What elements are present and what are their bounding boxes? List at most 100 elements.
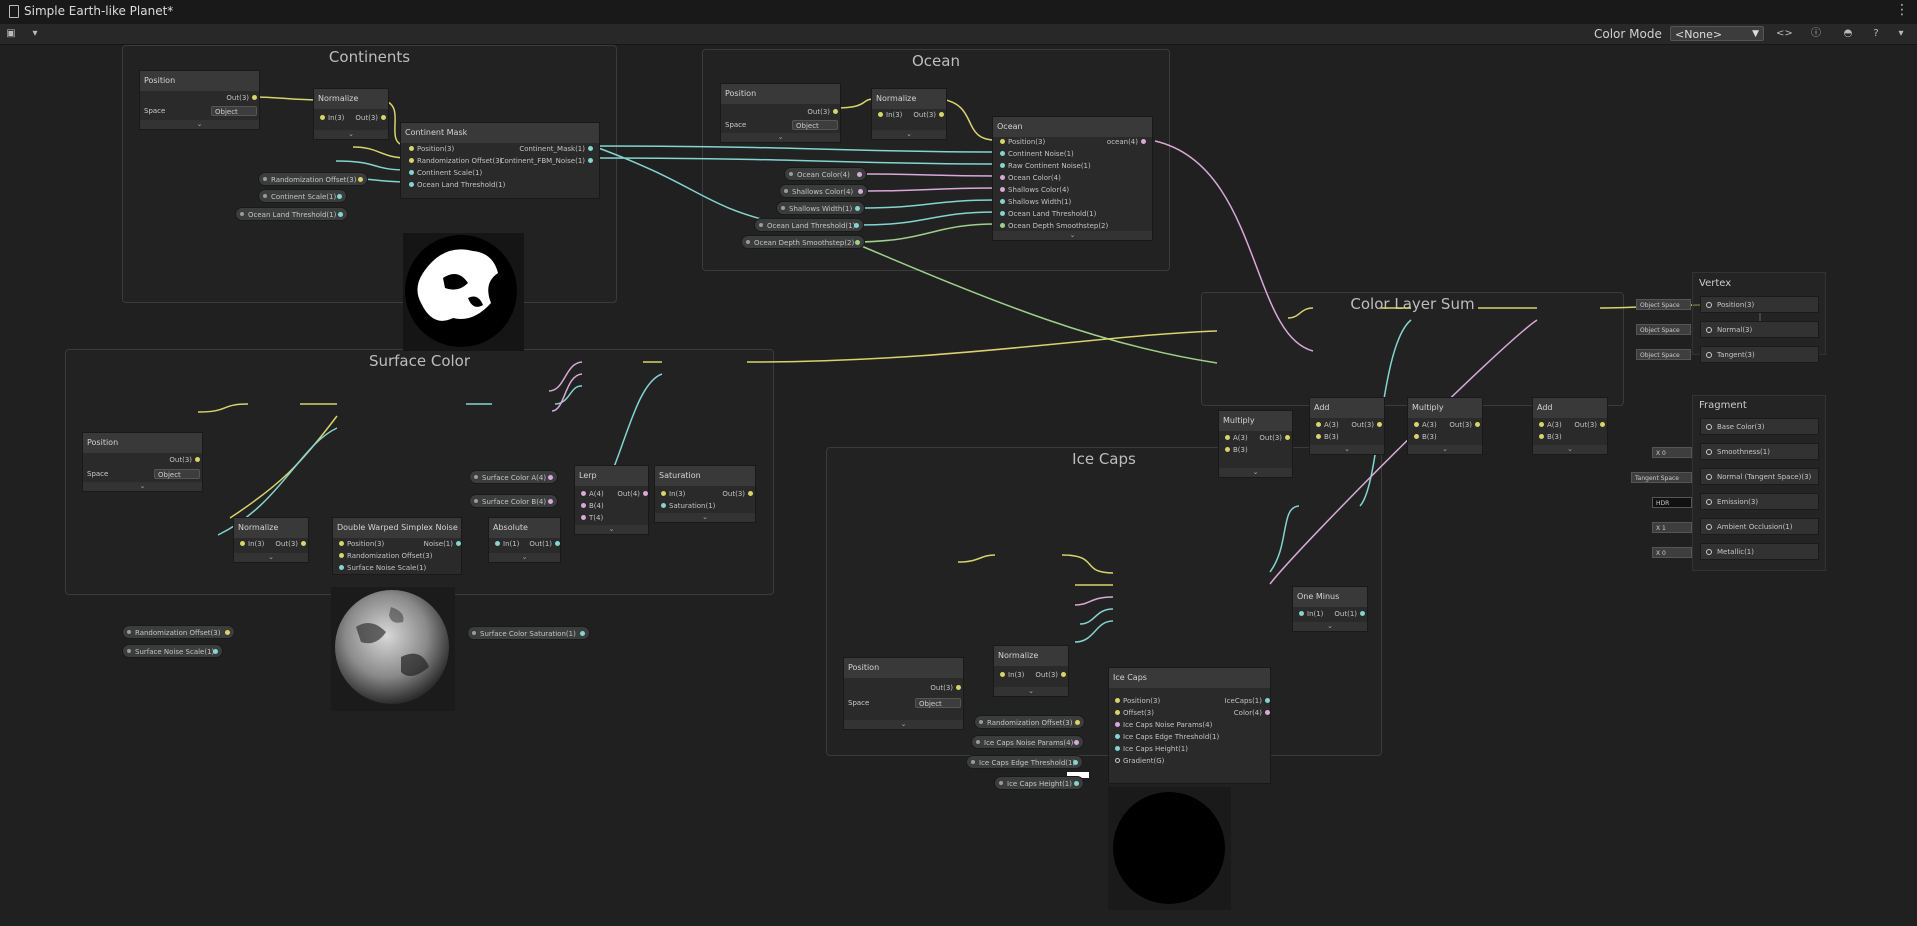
port-dot[interactable] — [1115, 758, 1120, 763]
port-ring-icon[interactable] — [1706, 449, 1712, 455]
prop-ocean-land-threshold[interactable]: Ocean Land Threshold(1) — [235, 207, 348, 221]
fragment-base-color-slot[interactable]: Base Color(3) — [1700, 418, 1819, 435]
vertex-normal-space[interactable]: Object Space — [1636, 324, 1691, 335]
port-dot[interactable] — [338, 212, 343, 217]
input-port[interactable]: A(3) — [1225, 433, 1248, 443]
saturation-node[interactable]: Saturation In(3) Saturation(1) Out(3) ⌄ — [654, 465, 756, 523]
space-dropdown[interactable]: Object — [915, 698, 961, 708]
smoothness-value[interactable]: X 0 — [1652, 447, 1692, 458]
input-port[interactable]: Gradient(G) — [1115, 756, 1164, 766]
port-dot[interactable] — [456, 541, 461, 546]
port-dot[interactable] — [1475, 422, 1480, 427]
port-dot[interactable] — [1000, 223, 1005, 228]
port-dot[interactable] — [555, 541, 560, 546]
space-select[interactable]: Space Object — [725, 120, 838, 130]
input-port[interactable]: Surface Noise Scale(1) — [339, 563, 426, 573]
collapse-chevron-icon[interactable]: ⌄ — [314, 130, 388, 139]
prop-continent-scale[interactable]: Continent Scale(1) — [258, 189, 347, 203]
output-port[interactable]: Out(3) — [1574, 420, 1605, 430]
input-port[interactable]: In(3) — [878, 110, 902, 120]
collapse-chevron-icon[interactable]: ⌄ — [1219, 468, 1292, 477]
port-dot[interactable] — [225, 630, 230, 635]
collapse-chevron-icon[interactable]: ⌄ — [1293, 622, 1367, 631]
port-dot[interactable] — [195, 457, 200, 462]
port-dot[interactable] — [1061, 672, 1066, 677]
input-port[interactable]: A(4) — [581, 489, 604, 499]
input-port[interactable]: Ocean Land Threshold(1) — [1000, 209, 1096, 219]
port-ring-icon[interactable] — [1706, 549, 1712, 555]
emission-hdr-color[interactable]: HDR — [1652, 497, 1692, 508]
output-port[interactable]: Out(3) — [1035, 670, 1066, 680]
port-ring-icon[interactable] — [1706, 302, 1712, 308]
input-port[interactable]: Randomization Offset(3) — [339, 551, 432, 561]
fragment-metallic-slot[interactable]: Metallic(1) — [1700, 543, 1819, 560]
port-dot[interactable] — [1414, 434, 1419, 439]
port-dot[interactable] — [878, 112, 883, 117]
output-port[interactable]: Out(3) — [1449, 420, 1480, 430]
add-node-1[interactable]: Add A(3) B(3) Out(3) ⌄ — [1309, 397, 1385, 455]
prop-surface-color-b[interactable]: Surface Color B(4) — [469, 494, 558, 508]
position-node[interactable]: Position Out(3) Space Object ⌄ — [843, 657, 964, 730]
input-port[interactable]: B(3) — [1225, 445, 1248, 455]
collapse-chevron-icon[interactable]: ⌄ — [1533, 445, 1607, 454]
output-port[interactable]: Out(3) — [275, 539, 306, 549]
input-port[interactable]: In(3) — [240, 539, 264, 549]
port-dot[interactable] — [1299, 611, 1304, 616]
port-ring-icon[interactable] — [1706, 327, 1712, 333]
collapse-chevron-icon[interactable]: ⌄ — [140, 120, 259, 129]
port-dot[interactable] — [339, 541, 344, 546]
input-port[interactable]: Ice Caps Noise Params(4) — [1115, 720, 1212, 730]
input-port[interactable]: B(3) — [1316, 432, 1339, 442]
graph-canvas[interactable]: Continents Ocean Surface Color Color Lay… — [0, 45, 1917, 926]
port-dot[interactable] — [581, 515, 586, 520]
port-ring-icon[interactable] — [1706, 524, 1712, 530]
input-port[interactable]: B(3) — [1414, 432, 1437, 442]
port-dot[interactable] — [1414, 422, 1419, 427]
input-port[interactable]: A(3) — [1539, 420, 1562, 430]
toolbar-more-icon[interactable]: ▾ — [1893, 26, 1909, 41]
input-port[interactable]: In(3) — [661, 489, 685, 499]
normal-space-value[interactable]: Tangent Space — [1631, 472, 1692, 483]
port-dot[interactable] — [643, 491, 648, 496]
vertex-normal-slot[interactable]: Normal(3) — [1700, 321, 1819, 338]
port-dot[interactable] — [1225, 435, 1230, 440]
port-dot[interactable] — [1285, 435, 1290, 440]
fragment-ambient-occlusion-slot[interactable]: Ambient Occlusion(1) — [1700, 518, 1819, 535]
port-dot[interactable] — [1000, 199, 1005, 204]
vertex-position-slot[interactable]: Position(3) — [1700, 296, 1819, 313]
output-port[interactable]: Color(4) — [1234, 708, 1270, 718]
output-port[interactable]: Out(3) — [1351, 420, 1382, 430]
port-dot[interactable] — [1075, 720, 1080, 725]
double-warped-noise-node[interactable]: Double Warped Simplex Noise 3D Position(… — [332, 517, 462, 575]
port-dot[interactable] — [1000, 672, 1005, 677]
input-port[interactable]: Position(3) — [1000, 137, 1045, 147]
port-dot[interactable] — [409, 158, 414, 163]
port-dot[interactable] — [320, 115, 325, 120]
port-dot[interactable] — [1000, 151, 1005, 156]
port-ring-icon[interactable] — [1706, 352, 1712, 358]
prop-surface-color-a[interactable]: Surface Color A(4) — [469, 470, 558, 484]
multiply-node-1[interactable]: Multiply A(3) B(3) Out(3) ⌄ — [1218, 410, 1293, 478]
output-port[interactable]: ocean(4) — [1107, 137, 1146, 147]
port-dot[interactable] — [548, 499, 553, 504]
port-dot[interactable] — [381, 115, 386, 120]
absolute-node[interactable]: Absolute In(1) Out(1) ⌄ — [488, 517, 561, 563]
port-dot[interactable] — [1265, 698, 1270, 703]
normalize-node[interactable]: Normalize In(3) Out(3) ⌄ — [233, 517, 309, 563]
collapse-chevron-icon[interactable]: ⌄ — [1310, 445, 1384, 454]
port-dot[interactable] — [1377, 422, 1382, 427]
port-dot[interactable] — [1360, 611, 1365, 616]
prop-surface-color-saturation[interactable]: Surface Color Saturation(1) — [467, 626, 590, 640]
port-dot[interactable] — [548, 475, 553, 480]
port-dot[interactable] — [580, 631, 585, 636]
output-port[interactable]: Out(3) — [226, 93, 257, 103]
input-port[interactable]: B(4) — [581, 501, 604, 511]
port-dot[interactable] — [1539, 434, 1544, 439]
code-icon[interactable]: <> — [1776, 26, 1793, 41]
port-dot[interactable] — [1000, 187, 1005, 192]
prop-ice-caps-edge-threshold[interactable]: Ice Caps Edge Threshold(1) — [966, 755, 1083, 769]
port-dot[interactable] — [1074, 781, 1079, 786]
port-dot[interactable] — [337, 194, 342, 199]
input-port[interactable]: In(1) — [495, 539, 519, 549]
prop-ocean-color[interactable]: Ocean Color(4) — [784, 167, 867, 181]
